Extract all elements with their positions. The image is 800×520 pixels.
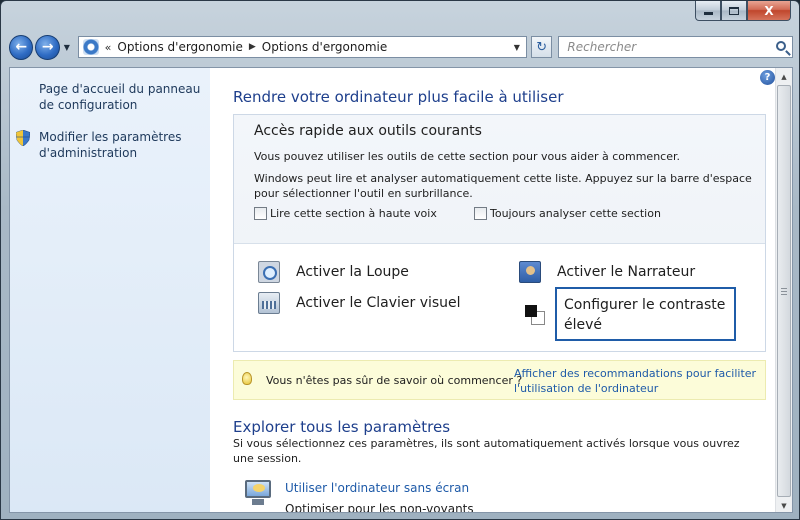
recommendations-link[interactable]: Afficher des recommandations pour facili… bbox=[514, 366, 764, 396]
search-placeholder: Rechercher bbox=[567, 40, 637, 54]
always-scan-checkbox[interactable] bbox=[474, 207, 487, 220]
breadcrumb-overflow[interactable]: « bbox=[105, 41, 112, 54]
keyboard-icon bbox=[258, 292, 280, 314]
quick-access-section: Accès rapide aux outils courants Vous po… bbox=[233, 114, 766, 352]
scroll-thumb[interactable] bbox=[777, 85, 791, 497]
content-area: Page d'accueil du panneau de configurati… bbox=[9, 67, 793, 513]
high-contrast-icon bbox=[525, 305, 547, 327]
search-input[interactable]: Rechercher bbox=[558, 36, 793, 58]
forward-arrow-icon: → bbox=[41, 39, 54, 55]
breadcrumb-item-current[interactable]: Options d'ergonomie bbox=[262, 40, 387, 54]
sidebar-item-control-panel-home[interactable]: Page d'accueil du panneau de configurati… bbox=[39, 81, 209, 113]
quick-access-description: Vous pouvez utiliser les outils de cette… bbox=[254, 150, 680, 163]
read-aloud-checkbox[interactable] bbox=[254, 207, 267, 220]
keyboard-label[interactable]: Activer le Clavier visuel bbox=[296, 295, 461, 311]
help-icon[interactable]: ? bbox=[760, 70, 775, 85]
on-screen-keyboard-tool[interactable]: Activer le Clavier visuel bbox=[258, 292, 461, 314]
refresh-button[interactable]: ↻ bbox=[530, 36, 553, 58]
navigation-bar: ← → ▼ « Options d'ergonomie ▶ Options d'… bbox=[9, 31, 793, 63]
explore-description: Si vous sélectionnez ces paramètres, ils… bbox=[233, 437, 740, 465]
breadcrumb-separator-icon[interactable]: ▶ bbox=[249, 42, 256, 52]
explore-title: Explorer tous les paramètres bbox=[233, 418, 451, 436]
maximize-button[interactable] bbox=[721, 1, 747, 21]
close-button[interactable]: X bbox=[747, 1, 791, 21]
window-frame: X ← → ▼ « Options d'ergonomie ▶ Options … bbox=[0, 0, 800, 520]
refresh-icon: ↻ bbox=[536, 39, 548, 55]
shield-icon bbox=[16, 130, 30, 146]
breadcrumb-item[interactable]: Options d'ergonomie bbox=[117, 40, 242, 54]
speech-bubble bbox=[253, 484, 265, 492]
recommendation-tip-bar: Vous n'êtes pas sûr de savoir où commenc… bbox=[233, 360, 766, 400]
close-icon: X bbox=[764, 3, 774, 18]
back-button[interactable]: ← bbox=[9, 34, 34, 60]
maximize-icon bbox=[729, 6, 739, 15]
monitor-icon bbox=[243, 480, 273, 508]
monitor-stand bbox=[252, 499, 264, 505]
always-scan-label[interactable]: Toujours analyser cette section bbox=[490, 207, 661, 220]
address-dropdown-icon[interactable]: ▼ bbox=[514, 43, 520, 52]
scroll-down-icon[interactable]: ▼ bbox=[776, 497, 792, 512]
magnifier-label[interactable]: Activer la Loupe bbox=[296, 264, 409, 280]
vertical-scrollbar[interactable]: ▲ ▼ bbox=[775, 68, 792, 512]
minimize-icon bbox=[703, 12, 713, 15]
always-scan-option[interactable]: Toujours analyser cette section bbox=[474, 207, 661, 220]
scroll-up-icon[interactable]: ▲ bbox=[776, 68, 792, 85]
magnifier-icon bbox=[258, 261, 280, 283]
narrator-label[interactable]: Activer le Narrateur bbox=[557, 264, 695, 280]
narrator-icon bbox=[519, 261, 541, 283]
page-title: Rendre votre ordinateur plus facile à ut… bbox=[233, 88, 564, 106]
sidebar-item-admin-settings[interactable]: Modifier les paramètres d'administration bbox=[39, 129, 209, 161]
lightbulb-icon bbox=[242, 372, 252, 385]
forward-button[interactable]: → bbox=[35, 34, 60, 60]
minimize-button[interactable] bbox=[695, 1, 721, 21]
quick-access-scan-info: Windows peut lire et analyser automatiqu… bbox=[254, 172, 752, 200]
read-aloud-option[interactable]: Lire cette section à haute voix bbox=[254, 207, 437, 220]
tip-question: Vous n'êtes pas sûr de savoir où commenc… bbox=[266, 374, 523, 387]
high-contrast-label[interactable]: Configurer le contraste élevé bbox=[564, 295, 734, 335]
no-display-setting-link[interactable]: Utiliser l'ordinateur sans écran bbox=[285, 481, 469, 495]
address-bar[interactable]: « Options d'ergonomie ▶ Options d'ergono… bbox=[77, 36, 527, 58]
narrator-tool[interactable]: Activer le Narrateur bbox=[519, 261, 695, 283]
quick-access-title: Accès rapide aux outils courants bbox=[254, 123, 482, 139]
magnifier-tool[interactable]: Activer la Loupe bbox=[258, 261, 409, 283]
read-aloud-label[interactable]: Lire cette section à haute voix bbox=[270, 207, 437, 220]
sidebar: Page d'accueil du panneau de configurati… bbox=[10, 68, 210, 512]
recent-pages-dropdown[interactable]: ▼ bbox=[62, 43, 72, 52]
control-panel-icon bbox=[82, 39, 99, 55]
contrast-square-black bbox=[525, 305, 537, 317]
back-arrow-icon: ← bbox=[15, 39, 28, 55]
search-icon[interactable] bbox=[775, 41, 786, 51]
no-display-setting-description: Optimiser pour les non-voyants bbox=[285, 502, 474, 513]
caption-buttons: X bbox=[695, 1, 791, 21]
main-panel: ? Rendre votre ordinateur plus facile à … bbox=[210, 68, 776, 513]
scroll-grip bbox=[781, 287, 787, 295]
